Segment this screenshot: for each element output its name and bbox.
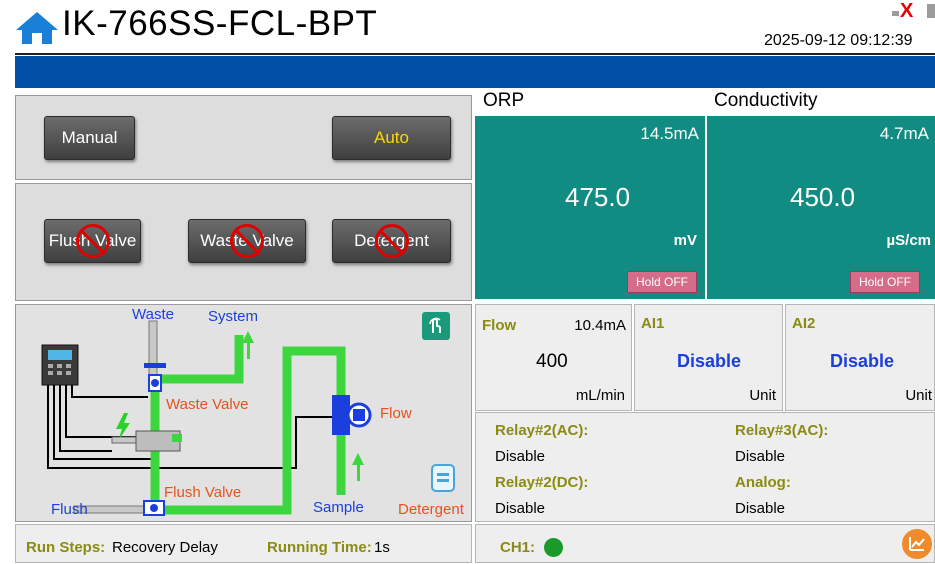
auto-button[interactable]: Auto (332, 116, 451, 160)
controller-device-icon (41, 344, 79, 386)
trend-chart-icon[interactable] (902, 529, 932, 559)
ai1-card[interactable]: AI1 Disable Unit (634, 304, 783, 411)
conductivity-unit: µS/cm (886, 232, 932, 249)
relay2dc-title: Relay#2(DC): (495, 474, 589, 491)
conductivity-card[interactable]: 4.7mA 450.0 µS/cm Hold OFF (707, 116, 935, 299)
flow-value: 400 (536, 351, 568, 372)
running-time-value: 1s (374, 539, 390, 556)
flow-title: Flow (482, 317, 517, 334)
manual-button[interactable]: Manual (44, 116, 135, 160)
ai1-value: Disable (677, 351, 742, 371)
minimize-button[interactable] (892, 11, 899, 16)
datetime-display: 2025-09-12 09:12:39 (764, 32, 913, 49)
header-divider (15, 53, 935, 55)
channel-status-bar: CH1: (475, 524, 935, 563)
relay2dc-value: Disable (495, 500, 546, 517)
waste-label: Waste (132, 306, 174, 323)
ai2-card[interactable]: AI2 Disable Unit (785, 304, 935, 411)
flush-valve-label: Flush Valve (164, 484, 242, 501)
run-status-bar: Run Steps: Recovery Delay Running Time: … (15, 524, 472, 563)
ch1-label: CH1: (500, 539, 536, 556)
close-button[interactable]: X (900, 0, 913, 23)
page-title: IK-766SS-FCL-BPT (62, 4, 378, 43)
orp-title: ORP (483, 90, 525, 111)
conductivity-hold-button[interactable]: Hold OFF (850, 271, 920, 293)
flow-current: 10.4mA (574, 317, 626, 334)
flow-label: Flow (380, 405, 412, 422)
relay2ac-value: Disable (495, 448, 546, 465)
touch-hand-icon[interactable] (422, 312, 450, 340)
analog-value: Disable (735, 500, 786, 517)
ai2-value: Disable (830, 351, 895, 371)
ai1-unit: Unit (749, 387, 776, 404)
ai1-title: AI1 (641, 315, 665, 332)
ch1-status-indicator (544, 538, 563, 557)
running-time-label: Running Time: (267, 539, 372, 556)
run-steps-label: Run Steps: (26, 539, 106, 556)
conductivity-hold-label: Hold OFF (858, 275, 911, 289)
flush-valve-icon (143, 500, 165, 516)
orp-hold-button[interactable]: Hold OFF (627, 271, 697, 293)
run-steps-value: Recovery Delay (112, 539, 218, 556)
relay-panel: Relay#2(AC): Disable Relay#3(AC): Disabl… (475, 412, 935, 522)
detergent-tank-icon (431, 464, 455, 492)
sensor-title-row: ORP Conductivity (475, 88, 935, 116)
flush-valve-button[interactable]: Flush Valve (44, 219, 141, 263)
relay2ac-title: Relay#2(AC): (495, 422, 589, 439)
sample-label: Sample (313, 499, 364, 516)
flow-meter-icon (332, 395, 372, 435)
relay3ac-value: Disable (735, 448, 786, 465)
orp-current: 14.5mA (640, 124, 699, 143)
detergent-label: Detergent (354, 231, 429, 250)
relay3ac-title: Relay#3(AC): (735, 422, 829, 439)
orp-hold-label: Hold OFF (635, 275, 688, 289)
conductivity-current: 4.7mA (879, 124, 929, 143)
waste-valve-button[interactable]: Waste Valve (188, 219, 306, 263)
detergent-button[interactable]: Detergent (332, 219, 451, 263)
analog-title: Analog: (735, 474, 791, 491)
orp-unit: mV (673, 232, 697, 249)
waste-valve-label: Waste Valve (166, 396, 249, 413)
blue-banner (15, 56, 935, 88)
detergent-label: Detergent (398, 501, 464, 518)
flow-unit: mL/min (575, 387, 625, 404)
conductivity-title: Conductivity (714, 90, 818, 111)
auto-button-label: Auto (374, 128, 409, 147)
flush-label: Flush (51, 501, 88, 518)
flow-card[interactable]: Flow 10.4mA 400 mL/min (475, 304, 632, 411)
home-icon[interactable] (14, 10, 60, 51)
mode-panel: Manual Auto (15, 95, 472, 180)
valve-panel: Flush Valve Waste Valve Detergent (15, 183, 472, 301)
flow-diagram-panel: Waste System Waste Valve Flow Flush Valv… (15, 304, 472, 522)
maximize-button[interactable] (927, 4, 935, 18)
waste-valve-label: Waste Valve (200, 231, 294, 250)
conductivity-value: 450.0 (790, 182, 856, 212)
ai2-unit: Unit (905, 387, 932, 404)
ai2-title: AI2 (792, 315, 816, 332)
flush-valve-label: Flush Valve (48, 231, 137, 250)
orp-value: 475.0 (565, 182, 631, 212)
manual-button-label: Manual (61, 128, 118, 147)
orp-card[interactable]: 14.5mA 475.0 mV Hold OFF (475, 116, 705, 299)
system-label: System (208, 308, 259, 325)
